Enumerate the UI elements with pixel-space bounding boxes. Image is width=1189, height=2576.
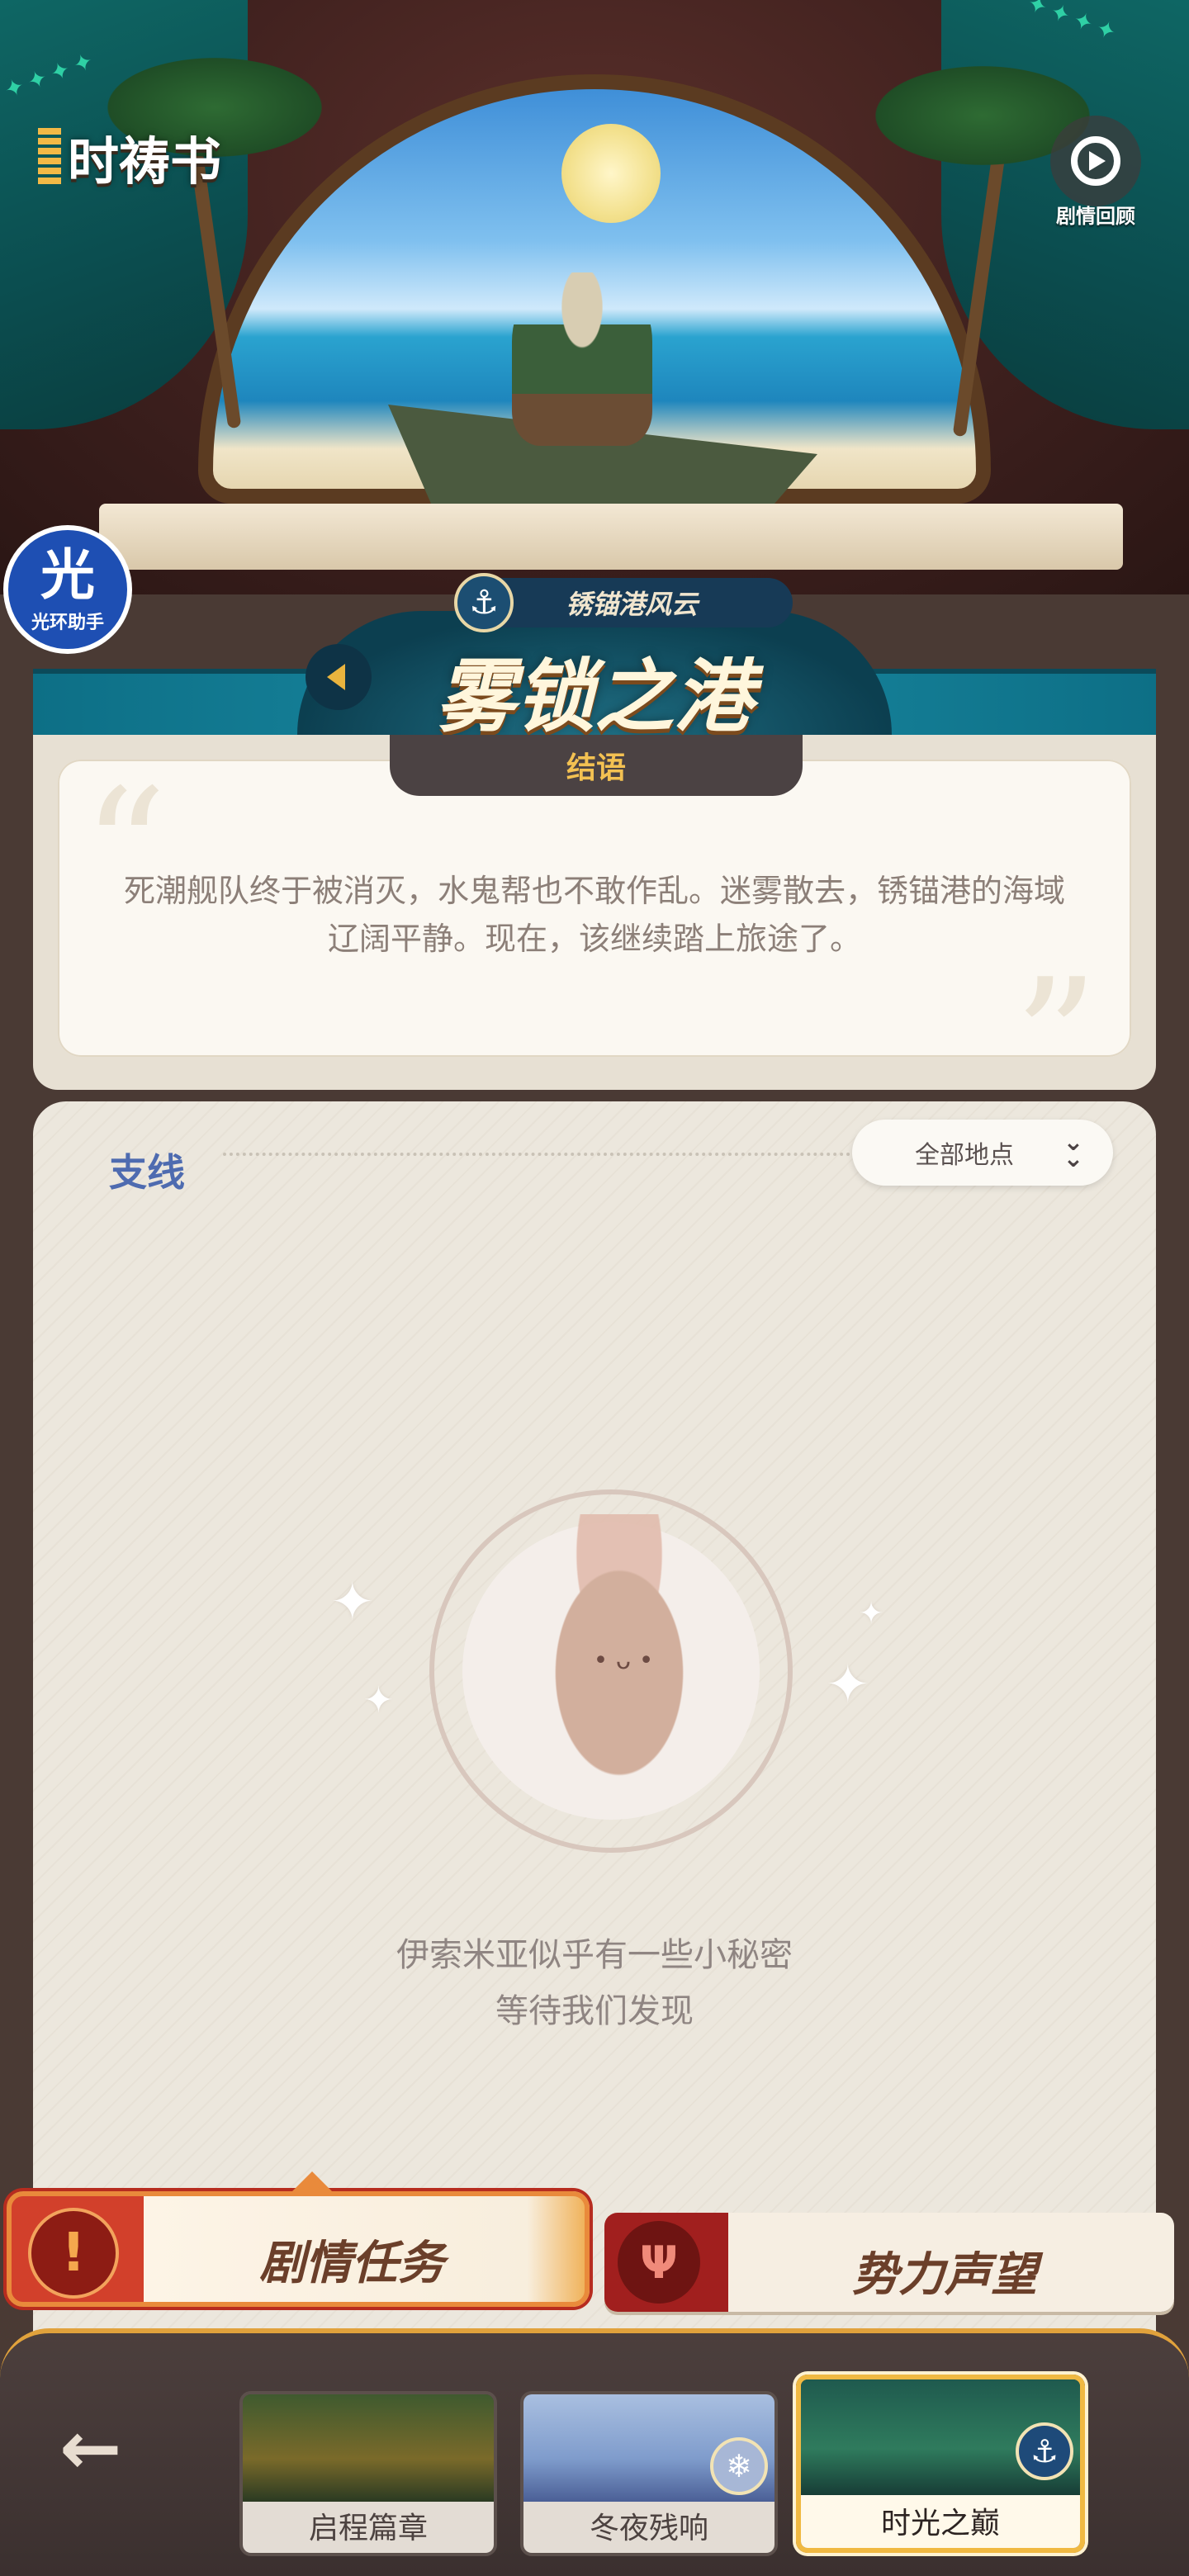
sparkle-icon: ✦ bbox=[826, 1655, 870, 1716]
tab-story-quests[interactable]: ! 剧情任务 bbox=[7, 2171, 590, 2307]
chapter-subtitle: 锈锚港风云 bbox=[471, 578, 793, 627]
replay-icon bbox=[1050, 116, 1141, 206]
tab-faction-reputation[interactable]: Ψ 势力声望 bbox=[604, 2213, 1174, 2312]
character-illustration bbox=[512, 272, 652, 446]
empty-state-line2: 等待我们发现 bbox=[495, 1992, 694, 2030]
quote-close-icon: ” bbox=[1013, 944, 1098, 1058]
empty-state-illustration: • ᴗ • bbox=[396, 1456, 826, 1886]
chapter-label: 启程篇章 bbox=[243, 2502, 494, 2553]
empty-state-text: 伊索米亚似乎有一些小秘密 等待我们发现 bbox=[33, 1927, 1156, 2039]
chapter-card-3[interactable]: ⚓ 时光之巅 bbox=[796, 2375, 1085, 2553]
exclamation-shield-icon: ! bbox=[28, 2208, 119, 2299]
side-quest-panel: 支线 全部地点 ⌄ ⌄ • ᴗ • ✦ ✦ ✦ ✦ 伊索米亚似乎有一些小秘密 等待… bbox=[33, 1101, 1156, 2356]
hero-illustration: ✦✦✦✦ ✦✦✦✦ bbox=[0, 0, 1189, 594]
tab-reputation-label: 势力声望 bbox=[852, 2247, 1037, 2302]
arrow-left-icon[interactable]: ← bbox=[59, 2412, 150, 2486]
epilogue-card: “ ” 死潮舰队终于被消灭，水鬼帮也不敢作乱。迷雾散去，锈锚港的海域辽阔平静。现… bbox=[58, 760, 1131, 1057]
chapter-banner: 锈锚港风云 ⚓ 雾锁之港 bbox=[33, 573, 1156, 743]
sun-icon bbox=[561, 124, 661, 223]
chapter-label: 时光之巅 bbox=[801, 2495, 1080, 2548]
mascot-face: • ᴗ • bbox=[593, 1646, 654, 1675]
logo: 时祷书 bbox=[38, 124, 221, 192]
sparkle-icon: ✦ bbox=[330, 1572, 375, 1633]
chapter-card-1[interactable]: 启程篇章 bbox=[239, 2391, 497, 2556]
empty-state-line1: 伊索米亚似乎有一些小秘密 bbox=[396, 1936, 793, 1974]
logo-text: 时祷书 bbox=[68, 131, 222, 192]
story-review-label: 剧情回顾 bbox=[1056, 205, 1135, 228]
book-page-edge bbox=[99, 504, 1123, 570]
logo-mark-icon bbox=[38, 128, 61, 186]
tab-story-label: 剧情任务 bbox=[259, 2236, 444, 2290]
chapter-card-2[interactable]: ❄ 冬夜残响 bbox=[520, 2391, 778, 2556]
anchor-icon: ⚓ bbox=[1016, 2422, 1073, 2480]
location-filter-dropdown[interactable]: 全部地点 ⌄ ⌄ bbox=[852, 1120, 1113, 1186]
side-quest-title: 支线 bbox=[109, 1150, 185, 1195]
epilogue-section: “ ” 死潮舰队终于被消灭，水鬼帮也不敢作乱。迷雾散去，锈锚港的海域辽阔平静。现… bbox=[33, 735, 1156, 1090]
sparkle-icon: ✦ bbox=[859, 1597, 884, 1631]
active-caret-icon bbox=[292, 2171, 332, 2191]
chapter-title: 雾锁之港 bbox=[436, 650, 753, 743]
double-chevron-down-icon: ⌄ ⌄ bbox=[1063, 1128, 1084, 1173]
sparkle-icon: ✦ bbox=[363, 1679, 394, 1721]
trident-icon: Ψ bbox=[618, 2221, 700, 2304]
anchor-icon: ⚓ bbox=[454, 573, 514, 632]
dotted-divider bbox=[223, 1153, 850, 1156]
previous-chapter-button[interactable] bbox=[306, 644, 372, 710]
story-review-button[interactable]: 剧情回顾 bbox=[1042, 116, 1149, 229]
location-filter-label: 全部地点 bbox=[915, 1141, 1014, 1170]
bottom-chapter-bar: ← 启程篇章 ❄ 冬夜残响 ⚓ 时光之巅 bbox=[0, 2328, 1189, 2576]
epilogue-tab: 结语 bbox=[390, 735, 803, 796]
epilogue-text: 死潮舰队终于被消灭，水鬼帮也不敢作乱。迷雾散去，锈锚港的海域辽阔平静。现在，该继… bbox=[123, 873, 1065, 957]
chapter-thumbnail bbox=[243, 2394, 494, 2502]
chapter-label: 冬夜残响 bbox=[523, 2502, 775, 2553]
chevron-left-icon bbox=[327, 664, 345, 690]
snowflake-icon: ❄ bbox=[710, 2437, 768, 2495]
